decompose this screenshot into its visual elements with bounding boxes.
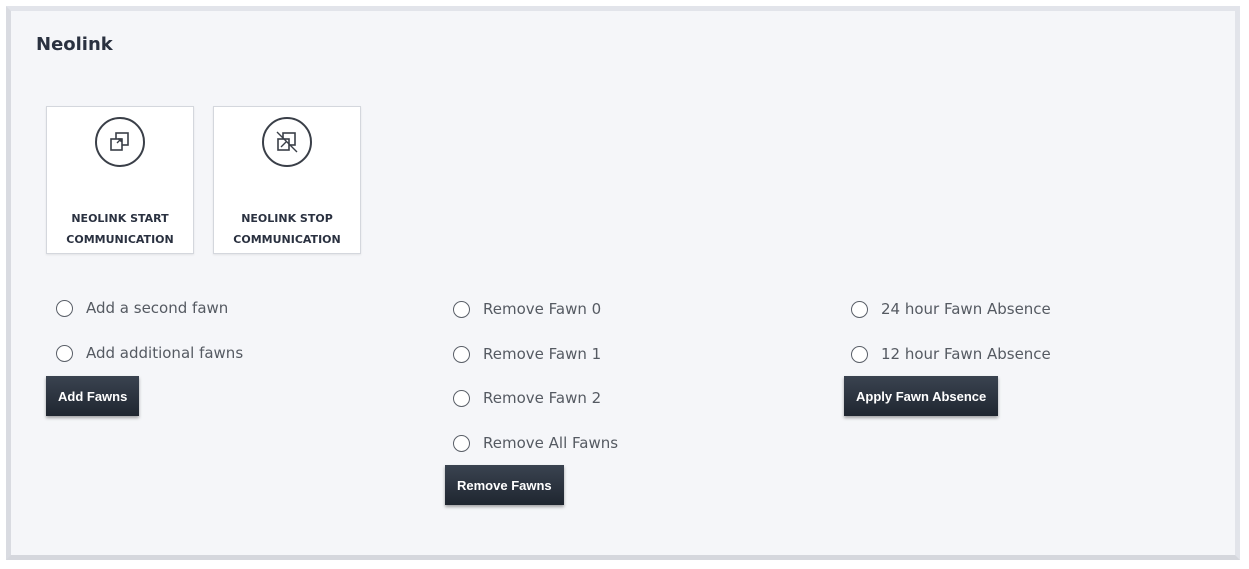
option-label: 12 hour Fawn Absence bbox=[881, 345, 1051, 363]
option-label: Add a second fawn bbox=[86, 299, 229, 317]
radio-button[interactable] bbox=[56, 299, 73, 317]
tile-label: NEOLINK START COMMUNICATION bbox=[66, 212, 174, 246]
apply-fawn-absence-button[interactable]: Apply Fawn Absence bbox=[844, 376, 999, 416]
neolink-start-communication-tile[interactable]: NEOLINK START COMMUNICATION bbox=[46, 106, 194, 254]
remove-fawn-0-option[interactable]: Remove Fawn 0 bbox=[453, 299, 601, 319]
radio-button[interactable] bbox=[453, 389, 470, 407]
12-hour-fawn-absence-option[interactable]: 12 hour Fawn Absence bbox=[851, 344, 1051, 364]
window-restore-icon bbox=[95, 117, 145, 167]
tile-label: NEOLINK STOP COMMUNICATION bbox=[233, 212, 341, 246]
option-label: Remove All Fawns bbox=[483, 434, 619, 452]
option-label: 24 hour Fawn Absence bbox=[881, 300, 1051, 318]
radio-button[interactable] bbox=[453, 434, 470, 452]
radio-button[interactable] bbox=[851, 300, 868, 318]
remove-fawn-2-option[interactable]: Remove Fawn 2 bbox=[453, 388, 601, 408]
remove-fawns-button[interactable]: Remove Fawns bbox=[445, 465, 564, 505]
add-fawns-button[interactable]: Add Fawns bbox=[46, 376, 140, 416]
option-label: Remove Fawn 0 bbox=[483, 300, 602, 318]
option-label: Remove Fawn 2 bbox=[483, 389, 602, 407]
neolink-stop-communication-tile[interactable]: NEOLINK STOP COMMUNICATION bbox=[213, 106, 361, 254]
radio-button[interactable] bbox=[851, 345, 868, 363]
radio-button[interactable] bbox=[56, 344, 73, 362]
option-label: Remove Fawn 1 bbox=[483, 345, 602, 363]
option-label: Add additional fawns bbox=[86, 344, 244, 362]
24-hour-fawn-absence-option[interactable]: 24 hour Fawn Absence bbox=[851, 299, 1051, 319]
remove-all-fawns-option[interactable]: Remove All Fawns bbox=[453, 433, 618, 453]
window-close-icon bbox=[262, 117, 312, 167]
add-second-fawn-option[interactable]: Add a second fawn bbox=[56, 298, 228, 318]
neolink-panel: Neolink NEOLINK START COMMUNICATION NEOL… bbox=[6, 6, 1240, 560]
radio-button[interactable] bbox=[453, 300, 470, 318]
remove-fawn-1-option[interactable]: Remove Fawn 1 bbox=[453, 344, 601, 364]
radio-button[interactable] bbox=[453, 345, 470, 363]
add-additional-fawns-option[interactable]: Add additional fawns bbox=[56, 343, 243, 363]
panel-title: Neolink bbox=[36, 34, 113, 55]
